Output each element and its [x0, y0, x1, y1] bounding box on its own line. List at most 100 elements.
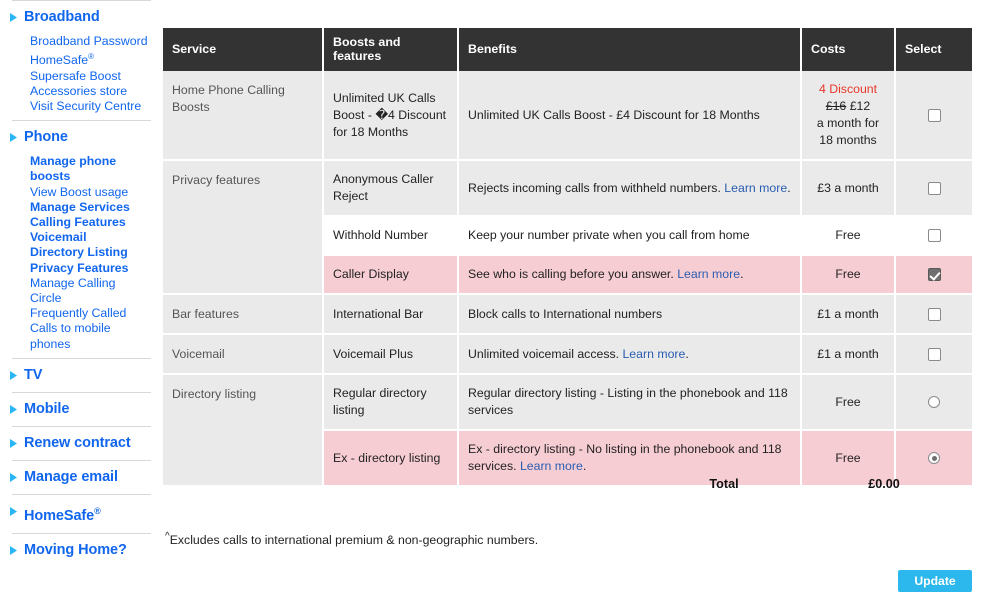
sidebar-subitem-directory-listing[interactable]: Directory Listing: [30, 245, 147, 260]
select-checkbox[interactable]: [927, 108, 941, 122]
sidebar-subitem-frequently-called[interactable]: Frequently Called: [30, 306, 147, 321]
sidebar-item-tv[interactable]: TV: [0, 359, 151, 392]
sidebar-group-manage-email: Manage email: [0, 461, 163, 494]
service-group-cell: Voicemail: [163, 334, 324, 375]
benefit-cell: See who is calling before you answer. Le…: [458, 255, 802, 295]
benefit-text: Block calls to International numbers: [468, 306, 663, 321]
cost-discount: 4 Discount: [818, 82, 878, 96]
sidebar-subitem-manage-calling-circle[interactable]: Manage Calling Circle: [30, 276, 147, 306]
column-header-benefits: Benefits: [458, 28, 802, 71]
sidebar-group-list: Broadband Broadband Password HomeSafe® Supe…: [0, 0, 163, 567]
benefit-text: See who is calling before you answer.: [468, 267, 674, 281]
learn-more-link[interactable]: Learn more: [622, 347, 685, 361]
service-group-cell: Bar features: [163, 294, 324, 335]
sidebar-item-broadband[interactable]: Broadband: [0, 1, 151, 34]
sidebar-subitem-voicemail[interactable]: Voicemail: [30, 230, 147, 245]
sidebar-item-label: TV: [24, 366, 43, 383]
service-group-cell: Directory listing: [163, 374, 324, 487]
feature-cell: Unlimited UK Calls Boost - �4 Discount f…: [323, 71, 459, 161]
benefit-text: Regular directory listing - Listing in t…: [468, 386, 788, 417]
table-header: Service Boosts and features Benefits Cos…: [163, 28, 972, 71]
sidebar-subitem-visit-security-centre[interactable]: Visit Security Centre: [30, 99, 147, 114]
sidebar-subitem-supersafe-boost[interactable]: Supersafe Boost: [30, 69, 147, 84]
table-header-row: Service Boosts and features Benefits Cos…: [163, 28, 972, 71]
column-header-service: Service: [163, 28, 324, 71]
chevron-right-icon: [10, 472, 20, 482]
select-cell: [895, 255, 972, 295]
select-cell: [895, 374, 972, 431]
benefit-cell: Keep your number private when you call f…: [458, 216, 802, 256]
page-root: Broadband Broadband Password HomeSafe® Supe…: [0, 0, 988, 600]
sidebar-group-tv: TV: [0, 359, 163, 392]
benefit-cell: Regular directory listing - Listing in t…: [458, 374, 802, 431]
table-row: Directory listing Regular directory listi…: [163, 374, 972, 487]
sidebar-item-label: Broadband: [24, 9, 100, 25]
cost-period-2: 18 months: [819, 133, 877, 147]
benefit-text: Ex - directory listing - No listing in t…: [468, 442, 782, 473]
cost-period-1: a month for: [816, 116, 880, 130]
select-checkbox[interactable]: [927, 347, 941, 361]
sidebar-subitem-calling-features[interactable]: Calling Features: [30, 215, 147, 230]
cost-cell: 4 Discount £16 £12 a month for 18 months: [801, 71, 896, 161]
sidebar-item-moving-home[interactable]: Moving Home?: [0, 534, 151, 567]
sidebar-subitem-manage-services[interactable]: Manage Services: [30, 200, 147, 215]
benefit-text: Keep your number private when you call f…: [468, 228, 750, 242]
sidebar-subitem-homesafe[interactable]: HomeSafe®: [30, 49, 147, 68]
chevron-right-icon: [10, 506, 20, 516]
sidebar-item-label: Mobile: [24, 400, 70, 417]
main-content: Service Boosts and features Benefits Cos…: [163, 0, 988, 600]
sidebar-item-manage-email[interactable]: Manage email: [0, 461, 151, 494]
select-cell: [895, 294, 972, 335]
update-button[interactable]: Update: [898, 570, 972, 592]
chevron-right-icon: [10, 404, 20, 414]
benefit-cell: Rejects incoming calls from withheld num…: [458, 160, 802, 217]
benefit-text: Unlimited UK Calls Boost - £4 Discount f…: [468, 107, 760, 122]
sidebar-group-broadband: Broadband Broadband Password HomeSafe® Supe…: [0, 1, 163, 120]
select-cell: [895, 334, 972, 375]
sidebar-item-label: Phone: [24, 129, 68, 146]
sidebar-subitem-privacy-features[interactable]: Privacy Features: [30, 261, 147, 276]
sidebar-subitem-manage-phone-boosts[interactable]: Manage phone boosts: [30, 154, 147, 184]
cost-cell: Free: [801, 216, 896, 256]
footnote-text: Excludes calls to international premium …: [169, 533, 539, 548]
sidebar-subitem-view-boost-usage[interactable]: View Boost usage: [30, 185, 147, 200]
sidebar-group-mobile: Mobile: [0, 393, 163, 426]
sidebar-item-homesafe[interactable]: HomeSafe®: [0, 495, 151, 533]
sidebar-item-mobile[interactable]: Mobile: [0, 393, 151, 426]
table-row: Home Phone Calling Boosts Unlimited UK Ca…: [163, 71, 972, 161]
sidebar-item-renew-contract[interactable]: Renew contract: [0, 427, 151, 460]
select-checkbox[interactable]: [927, 268, 941, 282]
sidebar-item-phone[interactable]: Phone: [0, 121, 151, 154]
sidebar-subitem-accessories-store[interactable]: Accessories store: [30, 84, 147, 99]
sidebar: Broadband Broadband Password HomeSafe® Supe…: [0, 0, 163, 600]
sidebar-subitem-broadband-password[interactable]: Broadband Password: [30, 34, 148, 49]
column-header-boosts: Boosts and features: [323, 28, 459, 71]
benefit-text: Unlimited voicemail access.: [468, 346, 620, 361]
table-row: Bar features International Bar Block calls…: [163, 294, 972, 335]
feature-cell: Regular directory listing: [323, 374, 459, 431]
cost-now: £12: [849, 99, 871, 113]
sidebar-subitem-calls-to-mobile-phones[interactable]: Calls to mobile phones: [30, 321, 147, 351]
cost-cell: £1 a month: [801, 294, 896, 335]
learn-more-link[interactable]: Learn more: [520, 459, 583, 473]
select-radio[interactable]: [928, 452, 940, 465]
chevron-right-icon: [10, 13, 20, 22]
select-radio[interactable]: [928, 396, 940, 409]
learn-more-link[interactable]: Learn more: [677, 267, 740, 281]
registered-trademark-icon: ®: [88, 52, 95, 62]
total-label: Total: [709, 477, 739, 491]
benefit-cell: Unlimited UK Calls Boost - £4 Discount f…: [458, 71, 802, 161]
table-row: Voicemail Voicemail Plus Unlimited voicema…: [163, 334, 972, 375]
feature-cell: Anonymous Caller Reject: [323, 160, 459, 217]
total-value: £0.00: [868, 477, 900, 491]
chevron-right-icon: [10, 545, 20, 555]
sidebar-item-label: Moving Home?: [24, 541, 127, 558]
select-checkbox[interactable]: [927, 229, 941, 243]
service-group-cell: Home Phone Calling Boosts: [163, 71, 324, 161]
table-row: Privacy features Anonymous Caller Reject R…: [163, 160, 972, 295]
select-checkbox[interactable]: [927, 181, 941, 195]
benefit-text: Rejects incoming calls from withheld num…: [468, 180, 721, 195]
column-header-select: Select: [895, 28, 972, 71]
learn-more-link[interactable]: Learn more: [724, 181, 787, 195]
select-checkbox[interactable]: [927, 307, 941, 321]
